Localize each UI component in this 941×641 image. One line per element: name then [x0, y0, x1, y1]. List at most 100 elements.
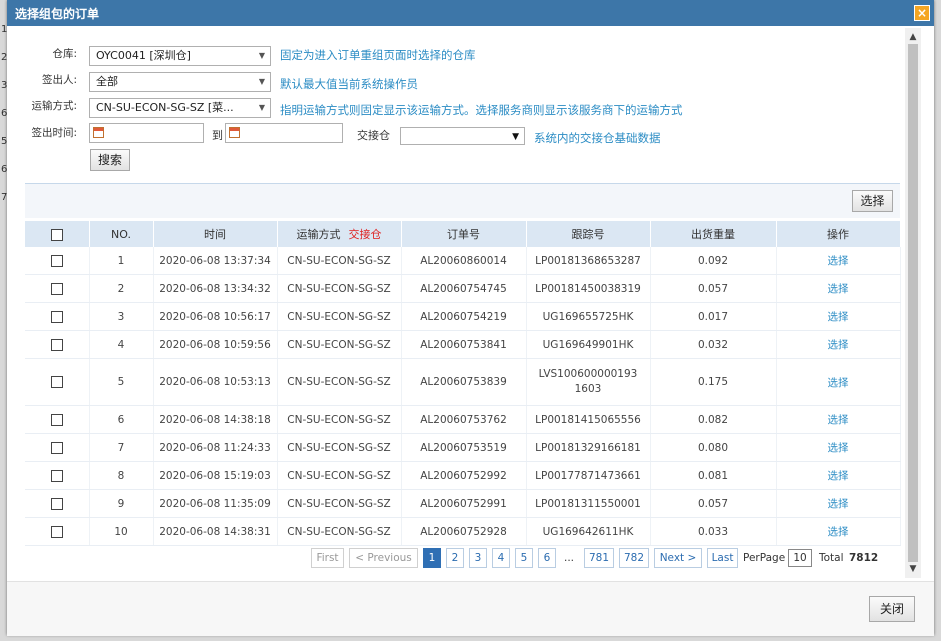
row-checkbox[interactable] [50, 282, 63, 295]
header-tracking: 跟踪号 [526, 221, 651, 247]
row-no: 8 [89, 461, 154, 490]
row-checkbox[interactable] [50, 254, 63, 267]
close-icon[interactable]: × [914, 5, 930, 21]
pager-page[interactable]: 781 [584, 548, 614, 568]
row-shipping: CN-SU-ECON-SG-SZ [277, 330, 402, 359]
start-date-input[interactable] [89, 123, 204, 143]
handover-select[interactable]: ▼ [400, 127, 525, 145]
vertical-scrollbar[interactable]: ▲ ▼ [905, 28, 921, 578]
row-no: 2 [89, 274, 154, 303]
table-toolbar: 选择 [25, 184, 900, 218]
row-select-link[interactable]: 选择 [828, 377, 849, 389]
row-no: 6 [89, 405, 154, 434]
total-label: Total [819, 552, 844, 564]
close-button[interactable]: 关闭 [869, 596, 915, 622]
shipping-label: 运输方式: [31, 100, 77, 112]
select-button[interactable]: 选择 [852, 190, 893, 212]
row-checkbox[interactable] [50, 310, 63, 323]
row-checkbox[interactable] [50, 497, 63, 510]
row-weight: 0.033 [650, 517, 777, 546]
row-checkbox[interactable] [50, 413, 63, 426]
pager-last[interactable]: Last [707, 548, 738, 568]
warehouse-select[interactable]: OYC0041 [深圳仓] ▼ [89, 46, 271, 66]
row-select-link[interactable]: 选择 [828, 414, 849, 426]
row-select-link[interactable]: 选择 [828, 283, 849, 295]
row-tracking: LVS1006000001931603 [538, 368, 638, 395]
table-row: 1 2020-06-08 13:37:34 CN-SU-ECON-SG-SZ A… [25, 247, 901, 275]
header-shipping-label: 运输方式 [296, 228, 341, 241]
per-page-input[interactable]: 10 [788, 549, 812, 567]
row-tracking: LP00181311550001 [526, 489, 651, 518]
pager-page[interactable]: 5 [515, 548, 533, 568]
pager-page[interactable]: 6 [538, 548, 556, 568]
row-weight: 0.057 [650, 274, 777, 303]
row-tracking: LP00181415065556 [526, 405, 651, 434]
row-time: 2020-06-08 10:59:56 [153, 330, 278, 359]
row-checkbox[interactable] [50, 338, 63, 351]
table-row: 6 2020-06-08 14:38:18 CN-SU-ECON-SG-SZ A… [25, 405, 901, 434]
result-panel: 选择 NO. 时间 运输方式 交接仓 订单号 跟踪号 出货重量 操作 1 202… [25, 183, 901, 581]
header-shipping: 运输方式 交接仓 [277, 221, 402, 247]
row-select-link[interactable]: 选择 [828, 311, 849, 323]
total-count: 7812 [849, 552, 879, 564]
row-tracking: LP00181450038319 [526, 274, 651, 303]
signer-hint: 默认最大值当前系统操作员 [280, 77, 418, 91]
row-checkbox[interactable] [50, 469, 63, 482]
date-to-label: 到 [212, 129, 223, 142]
header-order: 订单号 [401, 221, 527, 247]
warehouse-hint: 固定为进入订单重组页面时选择的仓库 [280, 48, 476, 62]
row-no: 7 [89, 433, 154, 462]
shipping-select[interactable]: CN-SU-ECON-SG-SZ [菜... ▼ [89, 98, 271, 118]
row-select-link[interactable]: 选择 [828, 255, 849, 267]
row-no: 10 [89, 517, 154, 546]
warehouse-value: OYC0041 [深圳仓] [96, 49, 191, 62]
signer-select[interactable]: 全部 ▼ [89, 72, 271, 92]
table-row: 2 2020-06-08 13:34:32 CN-SU-ECON-SG-SZ A… [25, 274, 901, 303]
row-select-link[interactable]: 选择 [828, 339, 849, 351]
scroll-down-icon[interactable]: ▼ [905, 562, 921, 576]
chevron-down-icon: ▼ [258, 77, 265, 86]
pager-page[interactable]: 1 [423, 548, 441, 568]
row-tracking: UG169642611HK [526, 517, 651, 546]
row-time: 2020-06-08 14:38:31 [153, 517, 278, 546]
table-row: 4 2020-06-08 10:59:56 CN-SU-ECON-SG-SZ A… [25, 330, 901, 359]
row-time: 2020-06-08 15:19:03 [153, 461, 278, 490]
chevron-down-icon: ▼ [512, 132, 519, 142]
pager-page[interactable]: 4 [492, 548, 510, 568]
calendar-icon[interactable] [229, 127, 240, 138]
row-checkbox[interactable] [50, 441, 63, 454]
calendar-icon[interactable] [93, 127, 104, 138]
pager-previous[interactable]: < Previous [349, 548, 418, 568]
end-date-input[interactable] [225, 123, 343, 143]
pager-first[interactable]: First [311, 548, 344, 568]
orders-table: NO. 时间 运输方式 交接仓 订单号 跟踪号 出货重量 操作 1 2020-06… [25, 221, 901, 546]
handover-hint: 系统内的交接仓基础数据 [534, 131, 661, 145]
row-select-link[interactable]: 选择 [828, 526, 849, 538]
row-checkbox[interactable] [50, 525, 63, 538]
row-order: AL20060753762 [401, 405, 527, 434]
row-select-link[interactable]: 选择 [828, 442, 849, 454]
table-row: 10 2020-06-08 14:38:31 CN-SU-ECON-SG-SZ … [25, 517, 901, 546]
select-all-checkbox[interactable] [50, 228, 63, 241]
row-select-link[interactable]: 选择 [828, 470, 849, 482]
scroll-up-icon[interactable]: ▲ [905, 30, 921, 44]
search-button[interactable]: 搜索 [90, 149, 130, 171]
scrollbar-thumb[interactable] [908, 44, 918, 562]
row-time: 2020-06-08 13:37:34 [153, 247, 278, 275]
handover-label: 交接仓 [357, 129, 390, 142]
row-order: AL20060753519 [401, 433, 527, 462]
table-row: 9 2020-06-08 11:35:09 CN-SU-ECON-SG-SZ A… [25, 489, 901, 518]
pager-page[interactable]: 782 [619, 548, 649, 568]
signer-label: 签出人: [41, 74, 77, 86]
pager-page[interactable]: 3 [469, 548, 487, 568]
header-weight: 出货重量 [650, 221, 777, 247]
row-time: 2020-06-08 10:56:17 [153, 302, 278, 331]
row-select-link[interactable]: 选择 [828, 498, 849, 510]
pager-next[interactable]: Next > [654, 548, 702, 568]
row-no: 4 [89, 330, 154, 359]
chevron-down-icon: ▼ [258, 51, 265, 60]
header-select-all[interactable] [25, 221, 90, 247]
row-weight: 0.032 [650, 330, 777, 359]
row-checkbox[interactable] [50, 376, 63, 388]
pager-page[interactable]: 2 [446, 548, 464, 568]
